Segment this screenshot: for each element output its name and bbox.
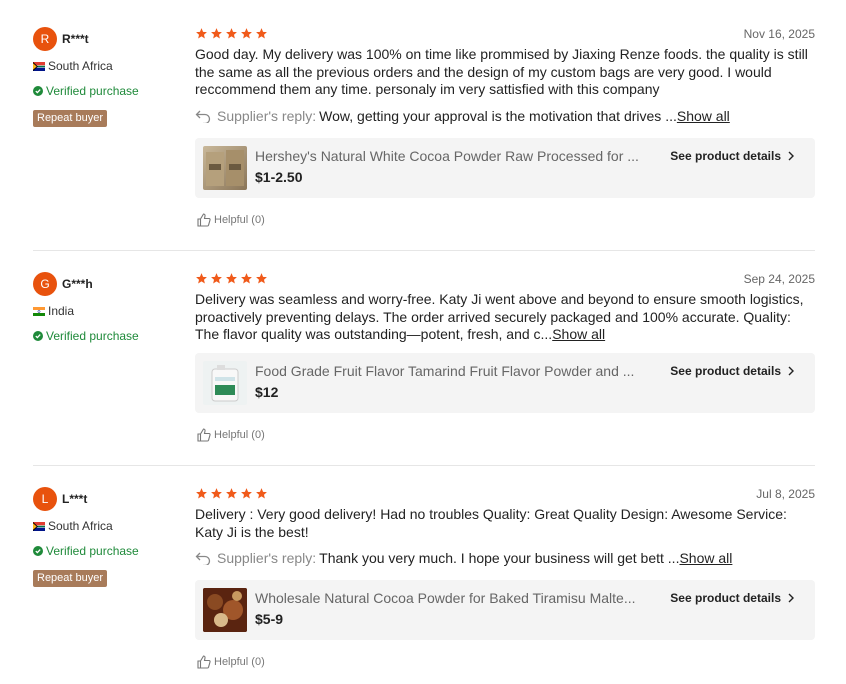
star-icon [256, 273, 267, 284]
see-product-details-label: See product details [670, 364, 781, 378]
helpful-button[interactable]: Helpful (0) [197, 213, 265, 227]
chevron-right-icon [788, 151, 794, 161]
star-icon [226, 273, 237, 284]
verified-check-icon [33, 331, 43, 341]
show-all-link[interactable]: Show all [679, 550, 732, 566]
star-icon [226, 28, 237, 39]
star-icon [211, 28, 222, 39]
star-icon [196, 488, 207, 499]
verified-check-icon [33, 546, 43, 556]
reply-arrow-icon [195, 552, 211, 565]
rating-stars [195, 487, 268, 500]
avatar: G [33, 272, 57, 296]
india-flag-icon [33, 306, 45, 316]
product-price: $1-2.50 [255, 169, 303, 185]
star-icon [211, 273, 222, 284]
review-date: Nov 16, 2025 [743, 27, 815, 41]
verified-purchase: Verified purchase [33, 544, 139, 558]
reviewer-row: G G***h [33, 272, 93, 296]
product-image [203, 588, 247, 632]
thumbs-up-icon [197, 655, 211, 669]
product-image [203, 146, 247, 190]
reply-text: Thank you very much. I hope your busines… [319, 550, 680, 566]
verified-purchase: Verified purchase [33, 329, 139, 343]
divider [33, 250, 815, 251]
product-title[interactable]: Food Grade Fruit Flavor Tamarind Fruit F… [255, 363, 663, 379]
star-icon [196, 273, 207, 284]
see-product-details-link[interactable]: See product details [670, 149, 795, 163]
see-product-details-label: See product details [670, 591, 781, 605]
reviewer-name: G***h [62, 277, 93, 291]
south-africa-flag-icon [33, 521, 45, 531]
country-label: South Africa [48, 519, 113, 533]
country-label: India [48, 304, 75, 318]
reviewer-country: South Africa [33, 519, 113, 533]
reviewer-name: R***t [62, 32, 89, 46]
reviewer-country: India [33, 304, 74, 318]
product-card[interactable]: Hershey's Natural White Cocoa Powder Raw… [195, 138, 815, 198]
reviewer-row: R R***t [33, 27, 89, 51]
star-icon [196, 28, 207, 39]
reply-text: Wow, getting your approval is the motiva… [319, 108, 677, 124]
see-product-details-label: See product details [670, 149, 781, 163]
reply-label: Supplier's reply: [217, 550, 317, 566]
reply-label: Supplier's reply: [217, 108, 317, 124]
verified-label: Verified purchase [46, 329, 139, 343]
helpful-label: Helpful (0) [214, 429, 265, 441]
supplier-reply: Supplier's reply: Thank you very much. I… [195, 550, 815, 566]
product-card[interactable]: Food Grade Fruit Flavor Tamarind Fruit F… [195, 353, 815, 413]
helpful-button[interactable]: Helpful (0) [197, 428, 265, 442]
product-price: $5-9 [255, 611, 284, 627]
product-title[interactable]: Wholesale Natural Cocoa Powder for Baked… [255, 590, 663, 606]
country-label: South Africa [48, 59, 113, 73]
product-card[interactable]: Wholesale Natural Cocoa Powder for Baked… [195, 580, 815, 640]
product-title[interactable]: Hershey's Natural White Cocoa Powder Raw… [255, 148, 663, 164]
verified-purchase: Verified purchase [33, 84, 139, 98]
star-icon [211, 488, 222, 499]
reply-arrow-icon [195, 110, 211, 123]
show-all-link[interactable]: Show all [677, 108, 730, 124]
show-all-link[interactable]: Show all [552, 326, 605, 342]
star-icon [256, 488, 267, 499]
review-text: Delivery : Very good delivery! Had no tr… [195, 506, 787, 540]
chevron-right-icon [788, 593, 794, 603]
review-text-body: Delivery was seamless and worry-free. Ka… [195, 291, 804, 342]
review-date: Jul 8, 2025 [756, 487, 815, 501]
supplier-reply: Supplier's reply: Wow, getting your appr… [195, 108, 815, 124]
review-text: Good day. My delivery was 100% on time l… [195, 46, 808, 97]
thumbs-up-icon [197, 213, 211, 227]
review-text: Delivery was seamless and worry-free. Ka… [195, 291, 813, 344]
verified-label: Verified purchase [46, 84, 139, 98]
helpful-label: Helpful (0) [214, 656, 265, 668]
reviewer-country: South Africa [33, 59, 113, 73]
helpful-button[interactable]: Helpful (0) [197, 655, 265, 669]
divider [33, 465, 815, 466]
star-icon [241, 273, 252, 284]
repeat-buyer-badge: Repeat buyer [33, 110, 108, 127]
avatar: L [33, 487, 57, 511]
helpful-label: Helpful (0) [214, 214, 265, 226]
star-icon [241, 488, 252, 499]
star-icon [256, 28, 267, 39]
chevron-right-icon [788, 366, 794, 376]
repeat-buyer-badge: Repeat buyer [33, 570, 108, 587]
see-product-details-link[interactable]: See product details [670, 364, 795, 378]
avatar: R [33, 27, 57, 51]
reviewer-name: L***t [62, 492, 88, 506]
south-africa-flag-icon [33, 61, 45, 71]
star-icon [226, 488, 237, 499]
product-image [203, 361, 247, 405]
verified-label: Verified purchase [46, 544, 139, 558]
star-icon [241, 28, 252, 39]
see-product-details-link[interactable]: See product details [670, 591, 795, 605]
review-date: Sep 24, 2025 [743, 272, 815, 286]
product-price: $12 [255, 384, 279, 400]
thumbs-up-icon [197, 428, 211, 442]
verified-check-icon [33, 86, 43, 96]
reviewer-row: L L***t [33, 487, 87, 511]
rating-stars [195, 272, 268, 285]
rating-stars [195, 27, 268, 40]
